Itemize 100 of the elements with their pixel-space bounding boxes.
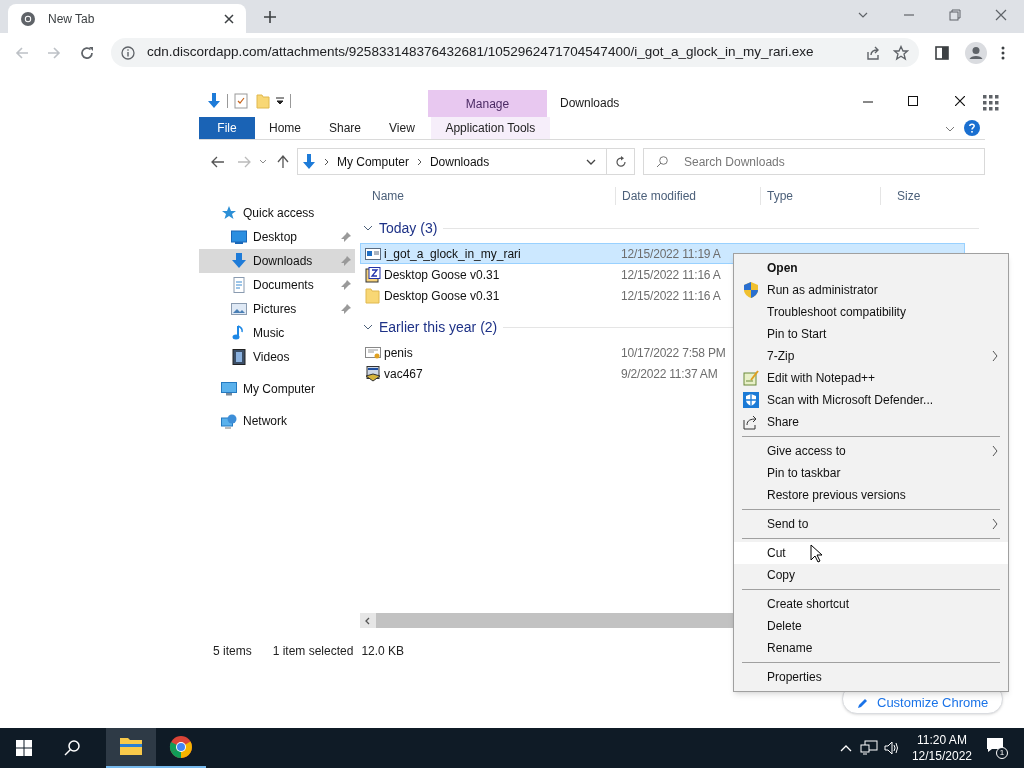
nav-item[interactable]: Pictures [199, 297, 355, 321]
menu-item[interactable]: Give access to [734, 440, 1008, 462]
mouse-cursor-icon [810, 544, 823, 563]
star-icon [221, 205, 237, 221]
network-icon[interactable] [859, 740, 878, 756]
pictures-icon [231, 301, 247, 317]
share-icon [742, 414, 759, 430]
chevron-icon [323, 157, 329, 166]
column-header[interactable]: Type [760, 187, 880, 205]
status-text: 1 item selected [272, 643, 354, 660]
windows-logo-icon[interactable] [16, 740, 32, 756]
download-arrow-icon [301, 153, 316, 170]
url-text: cdn.discordapp.com/attachments/925833148376432681/1052962471704547400/i_got_a_glock_in_my_rari.exe [147, 43, 815, 62]
column-header[interactable]: Size [880, 187, 960, 205]
up-icon[interactable] [276, 154, 289, 169]
help-icon[interactable] [964, 120, 980, 136]
menu-item[interactable]: Restore previous versions [734, 484, 1008, 506]
menu-item[interactable]: Pin to Start [734, 323, 1008, 345]
notification-count: 1 [996, 747, 1008, 759]
restore-icon[interactable] [949, 9, 961, 21]
menu-item[interactable]: Cut [734, 542, 1008, 564]
clock-date[interactable]: 12/15/2022 [911, 748, 972, 764]
close-icon[interactable] [224, 13, 234, 24]
clock-time[interactable]: 11:20 AM [917, 732, 967, 748]
nav-item[interactable]: Music [199, 321, 355, 345]
collapse-chevron-icon[interactable] [363, 225, 373, 231]
menu-item[interactable]: Share [734, 411, 1008, 433]
nav-item[interactable]: Network [199, 409, 355, 433]
scroll-left-icon[interactable] [364, 616, 370, 625]
maximize-icon[interactable] [908, 96, 918, 106]
bookmark-star-icon[interactable] [893, 44, 909, 61]
search-icon[interactable] [64, 740, 80, 756]
group-header[interactable]: Today (3) [379, 217, 438, 239]
browser-tab[interactable]: New Tab [8, 4, 246, 33]
ribbon-collapse-icon[interactable] [945, 126, 955, 132]
ribbon-tab[interactable]: File [199, 117, 255, 139]
back-icon[interactable] [211, 155, 225, 168]
pencil-icon [857, 697, 869, 709]
archive-icon [365, 266, 381, 283]
column-header[interactable]: Date modified [615, 187, 760, 205]
menu-item[interactable]: Run as administrator [734, 279, 1008, 301]
ribbon-tab[interactable]: View [375, 117, 429, 139]
new-tab-icon[interactable] [263, 10, 277, 24]
volume-icon[interactable] [883, 740, 900, 756]
document-icon [231, 277, 247, 293]
recent-caret-icon[interactable] [258, 158, 267, 165]
menu-item[interactable]: Copy [734, 564, 1008, 586]
shield-icon [742, 392, 759, 408]
notification-button[interactable]: 1 [986, 737, 1008, 759]
menu-item[interactable]: Edit with Notepad++ [734, 367, 1008, 389]
column-header[interactable]: Name [360, 187, 615, 205]
nav-item[interactable]: Documents [199, 273, 355, 297]
reload-icon[interactable] [79, 44, 95, 61]
menu-item[interactable]: Delete [734, 615, 1008, 637]
refresh-button[interactable] [607, 148, 635, 175]
apps-grid-icon[interactable] [983, 95, 999, 111]
ribbon-tab[interactable]: Application Tools [430, 117, 550, 139]
download-arrow-icon [207, 93, 221, 109]
status-text: 5 items [213, 643, 252, 660]
network-icon [221, 413, 237, 429]
breadcrumb-item[interactable]: My Computer [336, 152, 409, 171]
chat-bubble-icon [986, 737, 1004, 753]
profile-icon[interactable] [965, 41, 987, 64]
chevron-up-icon[interactable] [839, 744, 852, 752]
nav-item[interactable]: Quick access [199, 201, 355, 225]
ribbon-tab[interactable]: Share [315, 117, 376, 139]
properties-icon[interactable] [234, 93, 248, 109]
menu-item[interactable]: Create shortcut [734, 593, 1008, 615]
address-bar[interactable]: cdn.discordapp.com/attachments/925833148376432681/1052962471704547400/i_got_a_glock_in_my_rari.exe [111, 38, 919, 67]
address-box[interactable]: My Computer Downloads [296, 148, 608, 175]
menu-item[interactable]: Scan with Microsoft Defender... [734, 389, 1008, 411]
menu-item[interactable]: Send to [734, 513, 1008, 535]
chevron-icon [416, 157, 422, 166]
collapse-chevron-icon[interactable] [363, 324, 373, 330]
taskbar-button[interactable] [106, 728, 156, 768]
menu-item[interactable]: Troubleshoot compatibility [734, 301, 1008, 323]
ribbon-tab[interactable]: Home [255, 117, 315, 139]
close-icon[interactable] [955, 96, 965, 106]
refresh-icon [614, 155, 627, 168]
nav-item[interactable]: Desktop [199, 225, 355, 249]
dropdown-caret-icon[interactable] [586, 158, 597, 165]
info-icon [121, 45, 135, 60]
nav-item[interactable]: Downloads [199, 249, 355, 273]
menu-item[interactable]: Pin to taskbar [734, 462, 1008, 484]
search-field[interactable]: Search Downloads [643, 148, 985, 175]
share-icon[interactable] [865, 44, 881, 61]
menu-item[interactable]: 7-Zip [734, 345, 1008, 367]
side-panel-icon[interactable] [935, 45, 949, 60]
menu-item[interactable]: Rename [734, 637, 1008, 659]
monitor-icon [221, 381, 237, 397]
menu-icon[interactable] [1001, 45, 1005, 60]
notepad-icon [742, 370, 759, 386]
nav-item[interactable]: My Computer [199, 377, 355, 401]
film-icon [231, 349, 247, 365]
breadcrumb-item[interactable]: Downloads [429, 152, 490, 171]
group-header[interactable]: Earlier this year (2) [379, 316, 498, 338]
customize-caret-icon[interactable] [276, 96, 284, 106]
nav-item[interactable]: Videos [199, 345, 355, 369]
download-arrow-icon [231, 253, 247, 269]
chrome-logo-icon [20, 10, 36, 27]
